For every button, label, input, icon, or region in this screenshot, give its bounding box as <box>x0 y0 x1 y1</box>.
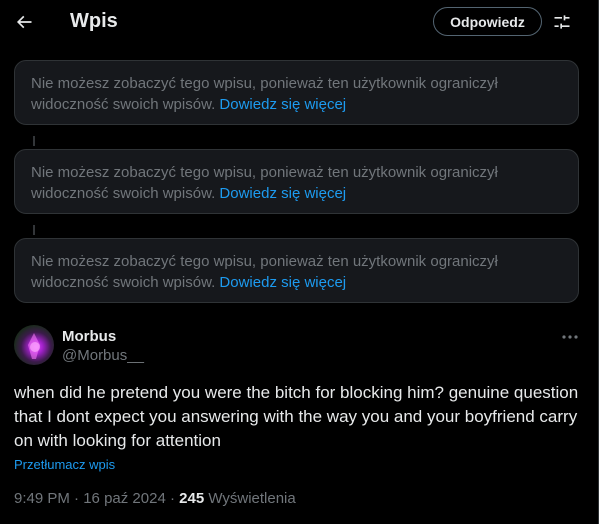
meta-separator: · <box>74 490 84 507</box>
settings-button[interactable] <box>550 10 574 34</box>
thread-connector <box>33 225 35 235</box>
post-time[interactable]: 9:49 PM <box>14 490 70 507</box>
more-dots-icon <box>562 335 578 339</box>
views-count: 245 <box>179 490 205 507</box>
restricted-post-notice: Nie możesz zobaczyć tego wpisu, ponieważ… <box>14 60 579 125</box>
page-title: Wpis <box>70 10 118 32</box>
sliders-icon <box>554 15 570 29</box>
avatar-image-icon <box>28 333 40 359</box>
more-options-button[interactable] <box>558 327 582 347</box>
post-text: when did he pretend you were the bitch f… <box>14 383 579 450</box>
restricted-post-notice: Nie możesz zobaczyć tego wpisu, ponieważ… <box>14 149 579 214</box>
reply-button[interactable]: Odpowiedz <box>433 7 542 36</box>
learn-more-link[interactable]: Dowiedz się więcej <box>219 96 346 113</box>
author-handle[interactable]: @Morbus__ <box>62 347 144 364</box>
learn-more-link[interactable]: Dowiedz się więcej <box>219 185 346 202</box>
avatar[interactable] <box>14 325 54 365</box>
back-button[interactable] <box>8 6 40 38</box>
top-bar: Wpis Odpowiedz <box>0 0 599 44</box>
post-date[interactable]: 16 paź 2024 <box>83 490 166 507</box>
learn-more-link[interactable]: Dowiedz się więcej <box>219 274 346 291</box>
author-name[interactable]: Morbus <box>62 328 116 345</box>
post-meta: 9:49 PM · 16 paź 2024 · 245 Wyświetlenia <box>14 490 296 507</box>
translate-post-link[interactable]: Przetłumacz wpis <box>14 457 115 472</box>
views-label: Wyświetlenia <box>208 490 296 507</box>
restricted-post-notice: Nie możesz zobaczyć tego wpisu, ponieważ… <box>14 238 579 303</box>
arrow-left-icon <box>16 15 32 29</box>
meta-separator: · <box>169 490 180 507</box>
thread-connector <box>33 136 35 146</box>
